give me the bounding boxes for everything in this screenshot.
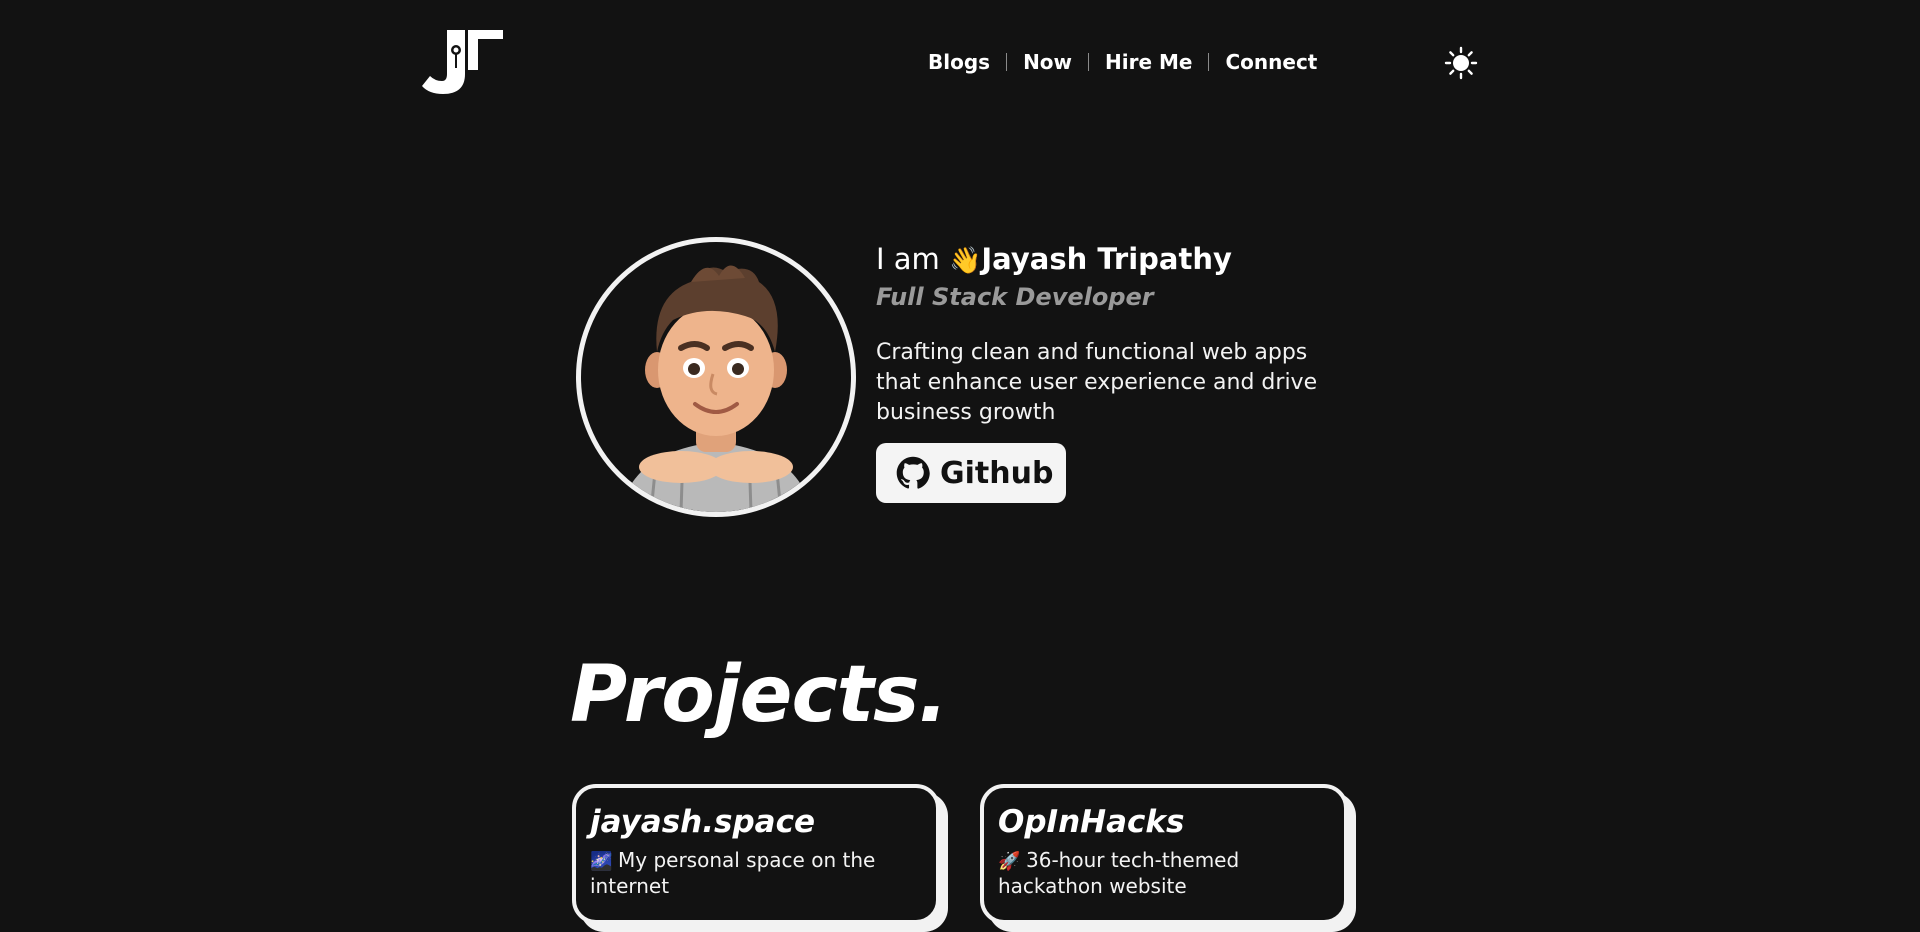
hero-intro: I am 👋Jayash Tripathy Full Stack Develop…: [876, 238, 1356, 428]
project-description-text: 36-hour tech-themed hackathon website: [998, 848, 1240, 898]
galaxy-icon: 🌌: [590, 851, 613, 872]
nav-link-hire-me[interactable]: Hire Me: [1089, 46, 1208, 78]
intro-prefix: I am: [876, 242, 940, 276]
main-nav: Blogs Now Hire Me Connect: [912, 46, 1333, 78]
project-title: OpInHacks: [998, 804, 1185, 840]
nav-link-now[interactable]: Now: [1007, 46, 1088, 78]
site-header: Blogs Now Hire Me Connect: [0, 0, 1920, 126]
project-card-jayash-space[interactable]: jayash.space 🌌 My personal space on the i…: [572, 784, 940, 924]
jt-logo-icon[interactable]: [421, 28, 505, 96]
project-description-text: My personal space on the internet: [590, 848, 876, 898]
project-card-opinhacks[interactable]: OpInHacks 🚀 36-hour tech-themed hackathon…: [980, 784, 1348, 924]
avatar: [576, 237, 856, 517]
developer-role: Full Stack Developer: [876, 283, 1154, 311]
github-button[interactable]: Github: [876, 443, 1066, 503]
project-title: jayash.space: [590, 804, 815, 840]
developer-name: Jayash Tripathy: [981, 242, 1232, 276]
sun-icon[interactable]: [1444, 46, 1478, 80]
project-description: 🚀 36-hour tech-themed hackathon website: [998, 848, 1330, 898]
nav-link-blogs[interactable]: Blogs: [912, 46, 1006, 78]
nav-link-connect[interactable]: Connect: [1209, 46, 1333, 78]
github-button-label: Github: [940, 455, 1054, 491]
rocket-icon: 🚀: [998, 851, 1021, 872]
projects-heading: Projects.: [570, 650, 948, 740]
hero-tagline: Crafting clean and functional web apps t…: [876, 340, 1318, 425]
intro-heading: I am 👋Jayash Tripathy: [876, 238, 1356, 282]
project-description: 🌌 My personal space on the internet: [590, 848, 922, 898]
waving-hand-icon: 👋: [949, 246, 982, 276]
memoji-avatar-icon: [621, 265, 811, 512]
github-icon: [896, 456, 930, 489]
